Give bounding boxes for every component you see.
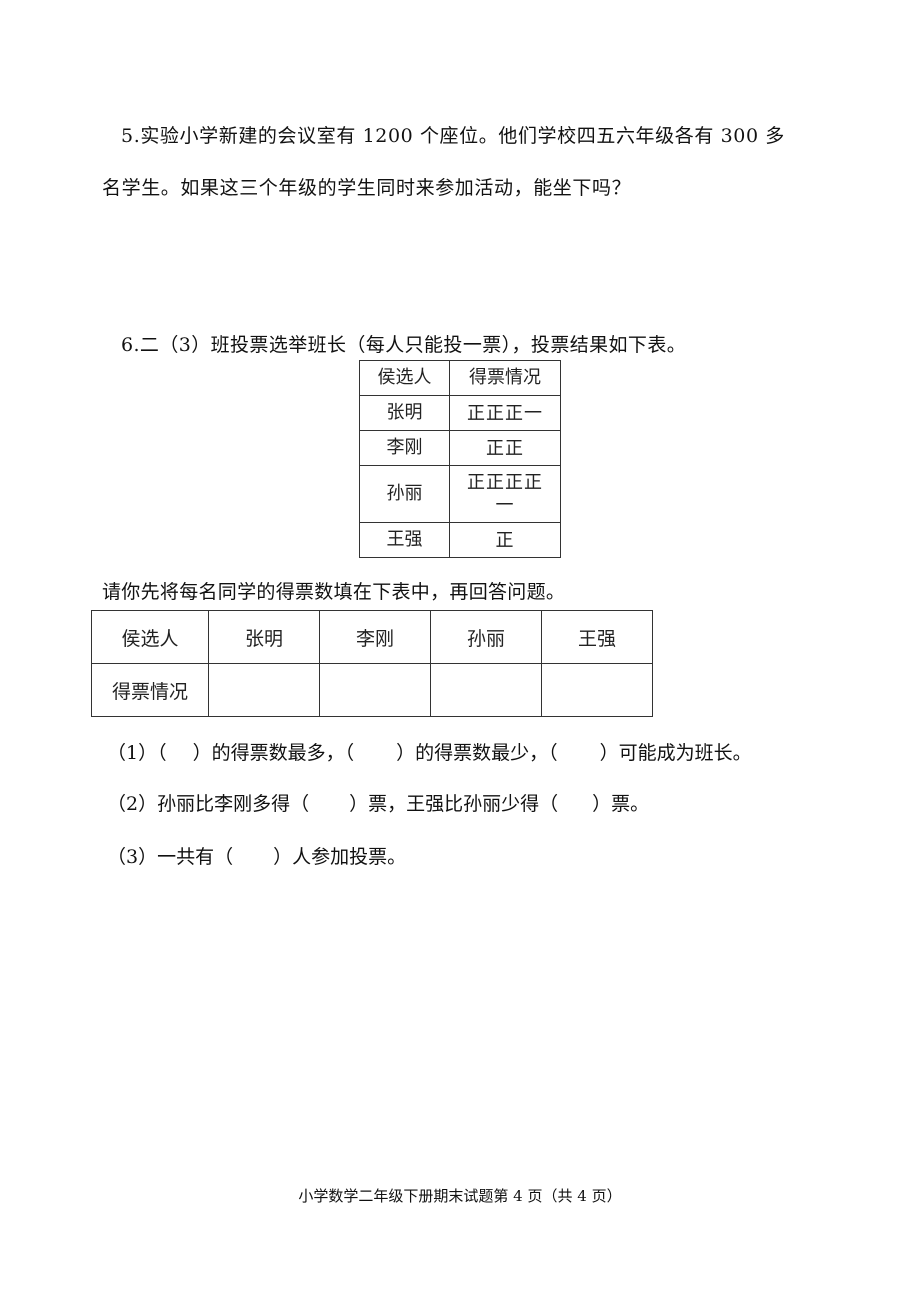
tally-marks: 正正正正一	[467, 472, 543, 516]
fill-header-candidate: 侯选人	[91, 610, 209, 664]
sub-question-2-text: ）票。	[592, 793, 650, 815]
tally-row: 张明 正正正一	[359, 395, 561, 431]
sub-question-3-text: （3）一共有（	[107, 846, 234, 868]
sub-question-2: （2）孙丽比李刚多得（ ）票，王强比孙丽少得（ ）票。	[107, 792, 649, 816]
fill-candidate-row: 侯选人 张明 李刚 孙丽 王强	[91, 610, 653, 664]
tally-marks-cell: 正	[449, 522, 561, 558]
tally-row: 王强 正	[359, 522, 561, 558]
tally-header-candidate: 侯选人	[359, 360, 450, 396]
sub-question-1: （1）（ ）的得票数最多，（ ）的得票数最少，（ ）可能成为班长。	[107, 741, 752, 765]
tally-header-votes: 得票情况	[449, 360, 561, 396]
vote-tally-table: 侯选人 得票情况 张明 正正正一 李刚 正正 孙丽 正正正正一 王强 正	[359, 360, 561, 558]
question-6-intro: 6.二（3）班投票选举班长（每人只能投一票），投票结果如下表。	[121, 334, 687, 356]
sub-question-1-text: （1）（	[107, 742, 167, 764]
page-footer: 小学数学二年级下册期末试题第 4 页（共 4 页）	[298, 1187, 622, 1205]
fill-candidate-name: 王强	[541, 610, 653, 664]
fill-header-votes: 得票情况	[91, 663, 209, 717]
tally-marks-cell: 正正正一	[449, 395, 561, 431]
tally-candidate-name: 孙丽	[359, 465, 450, 523]
sub-question-3: （3）一共有（ ）人参加投票。	[107, 845, 406, 869]
fill-candidate-name: 李刚	[319, 610, 431, 664]
fill-candidate-name: 张明	[208, 610, 320, 664]
sub-question-1-text: ）的得票数最少，（	[396, 742, 558, 764]
tally-marks: 正正	[486, 437, 524, 459]
tally-marks-cell: 正正	[449, 430, 561, 466]
tally-marks: 正	[495, 529, 515, 551]
tally-candidate-name: 张明	[359, 395, 450, 431]
fill-vote-answer-cell[interactable]	[541, 663, 653, 717]
tally-marks: 正正正一	[467, 402, 543, 424]
tally-candidate-name: 李刚	[359, 430, 450, 466]
fill-vote-answer-cell[interactable]	[430, 663, 542, 717]
sub-question-2-text: ）票，王强比孙丽少得（	[349, 793, 559, 815]
question-5-line-1: 5.实验小学新建的会议室有 1200 个座位。他们学校四五六年级各有 300 多	[121, 125, 785, 147]
fill-votes-row: 得票情况	[91, 663, 653, 717]
fill-vote-answer-cell[interactable]	[208, 663, 320, 717]
sub-question-1-text: ）可能成为班长。	[599, 742, 752, 764]
tally-row: 孙丽 正正正正一	[359, 465, 561, 523]
sub-question-3-text: ）人参加投票。	[273, 846, 407, 868]
vote-count-fill-table: 侯选人 张明 李刚 孙丽 王强 得票情况	[91, 610, 653, 717]
fill-vote-answer-cell[interactable]	[319, 663, 431, 717]
question-5-line-2: 名学生。如果这三个年级的学生同时来参加活动，能坐下吗？	[102, 177, 632, 199]
tally-candidate-name: 王强	[359, 522, 450, 558]
fill-candidate-name: 孙丽	[430, 610, 542, 664]
tally-marks-cell: 正正正正一	[449, 465, 561, 523]
sub-question-2-text: （2）孙丽比李刚多得（	[107, 793, 310, 815]
sub-question-1-text: ）的得票数最多，（	[192, 742, 355, 764]
fill-instruction: 请你先将每名同学的得票数填在下表中，再回答问题。	[102, 581, 566, 603]
tally-header-row: 侯选人 得票情况	[359, 360, 561, 396]
tally-row: 李刚 正正	[359, 430, 561, 466]
